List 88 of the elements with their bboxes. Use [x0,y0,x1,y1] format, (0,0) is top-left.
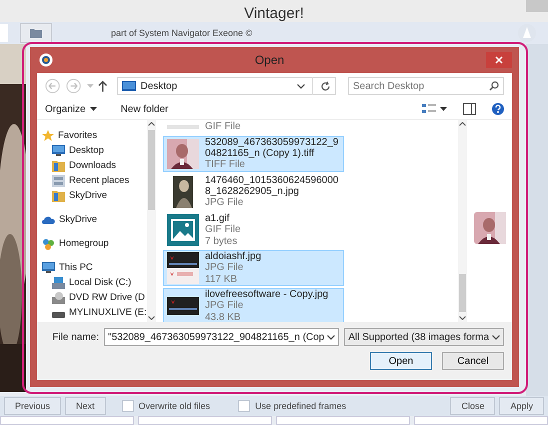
file-detail: 7 bytes [205,236,238,248]
file-detail: JPG File [205,262,244,274]
search-field[interactable]: Search Desktop [348,77,504,95]
file-item[interactable]: 532089_467363059973122_904821165_n (Copy 1).tiff TIFF File [163,136,344,172]
dialog-button[interactable]: Open [370,352,432,370]
disk-icon [52,276,65,288]
file-item[interactable]: ilovefreesoftware - Copy.jpg JPG File 43.8 KB [163,288,344,322]
file-name: ilovefreesoftware - Copy.jpg [205,288,330,300]
nav-item[interactable]: Favorites [42,128,147,143]
folder-icon [52,190,65,202]
nav-item[interactable]: SkyDrive [42,212,147,227]
folder-icon [29,27,43,39]
file-detail: 43.8 KB [205,312,242,322]
path-field[interactable] [0,24,8,42]
organize-menu[interactable]: Organize [45,104,86,114]
image-file-icon [167,214,199,246]
dvd-drive-icon [52,292,65,304]
file-detail: GIF File [205,121,242,133]
dialog-button[interactable]: Cancel [442,352,504,370]
caption-text: part of System Navigator Exeone © [111,28,252,38]
nav-item[interactable]: DVD RW Drive (D [42,290,147,305]
file-item[interactable]: 1476460_10153606245960008_1628262905_n.jpg JPG File [163,174,344,210]
file-detail: 117 KB [205,274,238,286]
chevron-icon[interactable] [492,334,500,340]
file-item[interactable]: GIF File [163,120,344,134]
file-name: 532089_467363059973122_904821165_n (Copy 1).tiff [205,137,340,159]
nav-item[interactable]: MYLINUXLIVE (E: [42,305,147,320]
app-button[interactable]: Apply [499,397,544,415]
checkbox[interactable] [238,400,250,412]
checkbox-label: Use predefined frames [255,401,346,411]
scroll-down-icon[interactable] [148,316,155,320]
app-button[interactable]: Next [65,397,106,415]
file-name-label: File name: [52,332,100,342]
file-type-dropdown[interactable]: All Supported (38 images forma [344,328,504,346]
window-title: Vintager! [244,4,304,22]
file-detail: GIF File [205,224,242,236]
folder-icon [52,160,65,172]
star-icon [42,130,54,142]
nav-item[interactable]: Recent places [42,173,147,188]
checkbox[interactable] [122,400,134,412]
close-icon [495,56,503,64]
monitor-icon [42,262,55,273]
nav-item[interactable]: Downloads [42,158,147,173]
nav-item[interactable]: This PC [42,260,147,275]
refresh-icon[interactable] [320,80,332,92]
desktop-icon [122,81,136,91]
cloud-icon [42,215,55,224]
nav-item[interactable]: Local Disk (C:) [42,275,147,290]
monitor-icon [52,145,65,156]
nav-item[interactable]: SkyDrive [42,188,147,203]
app-button[interactable]: Close [450,397,496,415]
file-detail: JPG File [205,197,244,209]
file-item[interactable]: a1.gif GIF File 7 bytes [163,212,344,248]
dialog-title: Open [254,53,286,67]
caret-icon[interactable] [90,107,97,111]
preview-pane-icon[interactable] [463,103,476,115]
file-name: 1476460_10153606245960008_1628262905_n.jpg [205,175,340,197]
file-name: aldoiashf.jpg [205,250,262,262]
scroll-up-icon[interactable] [459,122,466,126]
caret-icon[interactable] [440,107,447,111]
recent-places-icon [52,174,65,186]
scrollbar-thumb[interactable] [459,274,466,312]
folder-button[interactable] [20,23,52,43]
view-icon[interactable] [422,103,436,115]
address-bar[interactable]: Desktop [117,77,336,95]
chevron-icon[interactable] [297,84,306,88]
app-icon [39,53,53,67]
scrollbar-thumb[interactable] [148,130,155,210]
new-folder-button[interactable]: New folder [120,104,168,114]
file-detail: TIFF File [205,159,246,171]
up-arrow-icon[interactable] [98,80,108,92]
scrollbar[interactable] [146,120,156,322]
scroll-up-icon[interactable] [148,122,155,126]
search-icon [489,81,500,91]
app-button[interactable]: Previous [4,397,62,415]
file-detail: JPG File [205,300,244,312]
file-item[interactable]: aldoiashf.jpg JPG File 117 KB [163,250,344,286]
help-icon[interactable] [492,103,504,115]
nav-item[interactable]: Desktop [42,143,147,158]
scrollbar[interactable] [458,120,467,322]
checkbox-label: Overwrite old files [138,401,210,411]
chevron-icon[interactable] [327,334,336,340]
scroll-down-icon[interactable] [459,316,466,320]
file-name-field[interactable]: "532089_467363059973122_904821165_n (Cop [104,328,340,346]
file-name: a1.gif [205,212,230,224]
nav-item[interactable]: Homegroup [42,236,147,251]
homegroup-icon [42,238,55,250]
close-button[interactable] [486,52,512,68]
